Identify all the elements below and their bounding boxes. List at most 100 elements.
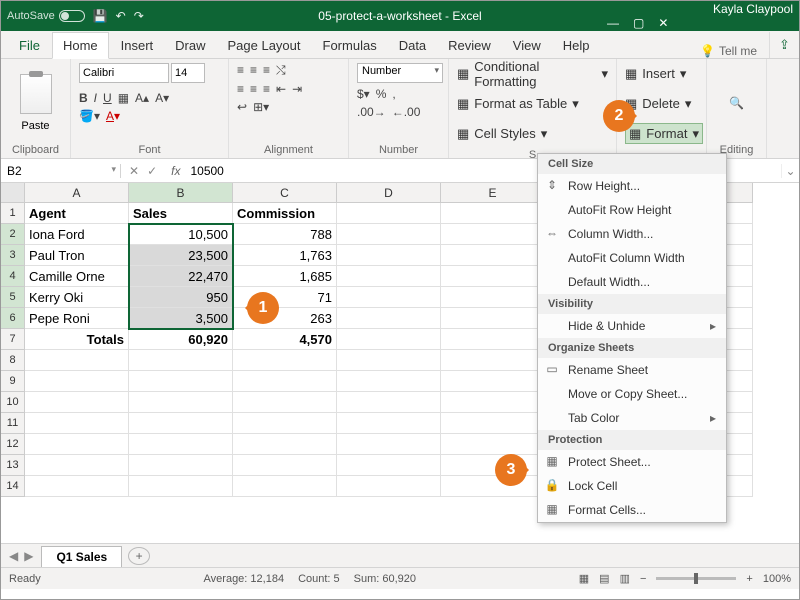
underline-button[interactable]: U — [103, 91, 112, 105]
menu-tab-color[interactable]: Tab Color▸ — [538, 406, 726, 430]
font-name-input[interactable] — [79, 63, 169, 83]
menu-default-width[interactable]: Default Width... — [538, 270, 726, 294]
cell[interactable] — [129, 476, 233, 497]
cell[interactable] — [337, 287, 441, 308]
cell[interactable] — [129, 392, 233, 413]
cell[interactable]: Kerry Oki — [25, 287, 129, 308]
row-header[interactable]: 1 — [1, 203, 25, 224]
col-header[interactable]: A — [25, 183, 129, 203]
fx-icon[interactable]: fx — [165, 164, 186, 178]
cell[interactable] — [129, 350, 233, 371]
cell[interactable] — [25, 413, 129, 434]
view-pagelayout-icon[interactable]: ▤ — [599, 572, 609, 585]
cell[interactable] — [441, 266, 545, 287]
paste-button[interactable]: Paste — [21, 120, 49, 132]
row-header[interactable]: 14 — [1, 476, 25, 497]
cell[interactable] — [233, 455, 337, 476]
cell[interactable]: 1,763 — [233, 245, 337, 266]
fill-color-button[interactable]: 🪣▾ — [79, 109, 100, 123]
cell[interactable] — [441, 245, 545, 266]
cell[interactable]: Agent — [25, 203, 129, 224]
cell[interactable] — [337, 455, 441, 476]
percent-icon[interactable]: % — [376, 87, 387, 101]
name-box[interactable]: B2 — [1, 164, 121, 178]
cell[interactable] — [337, 413, 441, 434]
tell-me[interactable]: 💡Tell me — [700, 44, 767, 58]
tab-data[interactable]: Data — [389, 33, 436, 58]
cell[interactable] — [129, 434, 233, 455]
cell[interactable]: Pepe Roni — [25, 308, 129, 329]
cell[interactable] — [337, 308, 441, 329]
cell[interactable] — [25, 371, 129, 392]
paste-icon[interactable] — [20, 74, 52, 114]
font-size-input[interactable] — [171, 63, 205, 83]
cell[interactable] — [337, 476, 441, 497]
cell[interactable] — [337, 224, 441, 245]
comma-icon[interactable]: , — [392, 87, 395, 101]
row-header[interactable]: 5 — [1, 287, 25, 308]
cell[interactable] — [233, 371, 337, 392]
format-as-table-button[interactable]: Format as Table — [474, 96, 567, 111]
cell[interactable] — [337, 350, 441, 371]
expand-formula-bar-icon[interactable]: ⌄ — [781, 164, 799, 178]
cell[interactable] — [25, 455, 129, 476]
cell[interactable] — [233, 413, 337, 434]
cancel-formula-icon[interactable]: ✕ — [129, 164, 139, 178]
cell[interactable]: 60,920 — [129, 329, 233, 350]
cell[interactable] — [337, 203, 441, 224]
cell[interactable]: Iona Ford — [25, 224, 129, 245]
menu-lock-cell[interactable]: 🔒Lock Cell — [538, 474, 726, 498]
menu-hide-unhide[interactable]: Hide & Unhide▸ — [538, 314, 726, 338]
tab-home[interactable]: Home — [52, 32, 109, 59]
cell[interactable] — [25, 476, 129, 497]
col-header[interactable]: B — [129, 183, 233, 203]
cell[interactable] — [337, 371, 441, 392]
tab-page-layout[interactable]: Page Layout — [218, 33, 311, 58]
view-normal-icon[interactable]: ▦ — [579, 572, 589, 585]
tab-file[interactable]: File — [9, 33, 50, 58]
currency-icon[interactable]: $▾ — [357, 87, 370, 101]
row-header[interactable]: 9 — [1, 371, 25, 392]
cell[interactable] — [337, 434, 441, 455]
indent-inc-icon[interactable]: ⇥ — [292, 82, 302, 96]
decrease-font-icon[interactable]: A▾ — [155, 91, 169, 105]
cell[interactable] — [129, 455, 233, 476]
cell[interactable] — [441, 371, 545, 392]
cell[interactable] — [337, 392, 441, 413]
wrap-text-icon[interactable]: ↩ — [237, 100, 247, 114]
cell[interactable] — [233, 476, 337, 497]
zoom-level[interactable]: 100% — [763, 573, 791, 585]
row-header[interactable]: 2 — [1, 224, 25, 245]
cell[interactable] — [233, 350, 337, 371]
col-header[interactable]: E — [441, 183, 545, 203]
tab-help[interactable]: Help — [553, 33, 600, 58]
cell[interactable]: 3,500 — [129, 308, 233, 329]
save-icon[interactable]: 💾 — [93, 9, 108, 23]
cell[interactable] — [441, 350, 545, 371]
cell[interactable]: Totals — [25, 329, 129, 350]
cell[interactable] — [441, 287, 545, 308]
menu-rename-sheet[interactable]: ▭Rename Sheet — [538, 358, 726, 382]
increase-decimal-icon[interactable]: .00→ — [357, 105, 386, 119]
border-button[interactable]: ▦ — [118, 91, 129, 105]
cell[interactable]: Commission — [233, 203, 337, 224]
minimize-icon[interactable]: — — [607, 16, 619, 30]
row-header[interactable]: 11 — [1, 413, 25, 434]
cell[interactable] — [441, 434, 545, 455]
cell[interactable]: Sales — [129, 203, 233, 224]
increase-font-icon[interactable]: A▴ — [135, 91, 149, 105]
cell[interactable] — [441, 392, 545, 413]
menu-format-cells[interactable]: ▦Format Cells... — [538, 498, 726, 522]
menu-row-height[interactable]: ⇕Row Height... — [538, 174, 726, 198]
enter-formula-icon[interactable]: ✓ — [147, 164, 157, 178]
align-left-icon[interactable]: ≡ — [237, 82, 244, 96]
menu-autofit-row-height[interactable]: AutoFit Row Height — [538, 198, 726, 222]
italic-button[interactable]: I — [94, 91, 97, 105]
view-pagebreak-icon[interactable]: ▥ — [620, 572, 630, 585]
next-sheet-icon[interactable]: ▶ — [24, 549, 33, 563]
cell[interactable] — [25, 392, 129, 413]
select-all-corner[interactable] — [1, 183, 25, 203]
cell[interactable] — [25, 434, 129, 455]
cell[interactable] — [441, 413, 545, 434]
tab-view[interactable]: View — [503, 33, 551, 58]
